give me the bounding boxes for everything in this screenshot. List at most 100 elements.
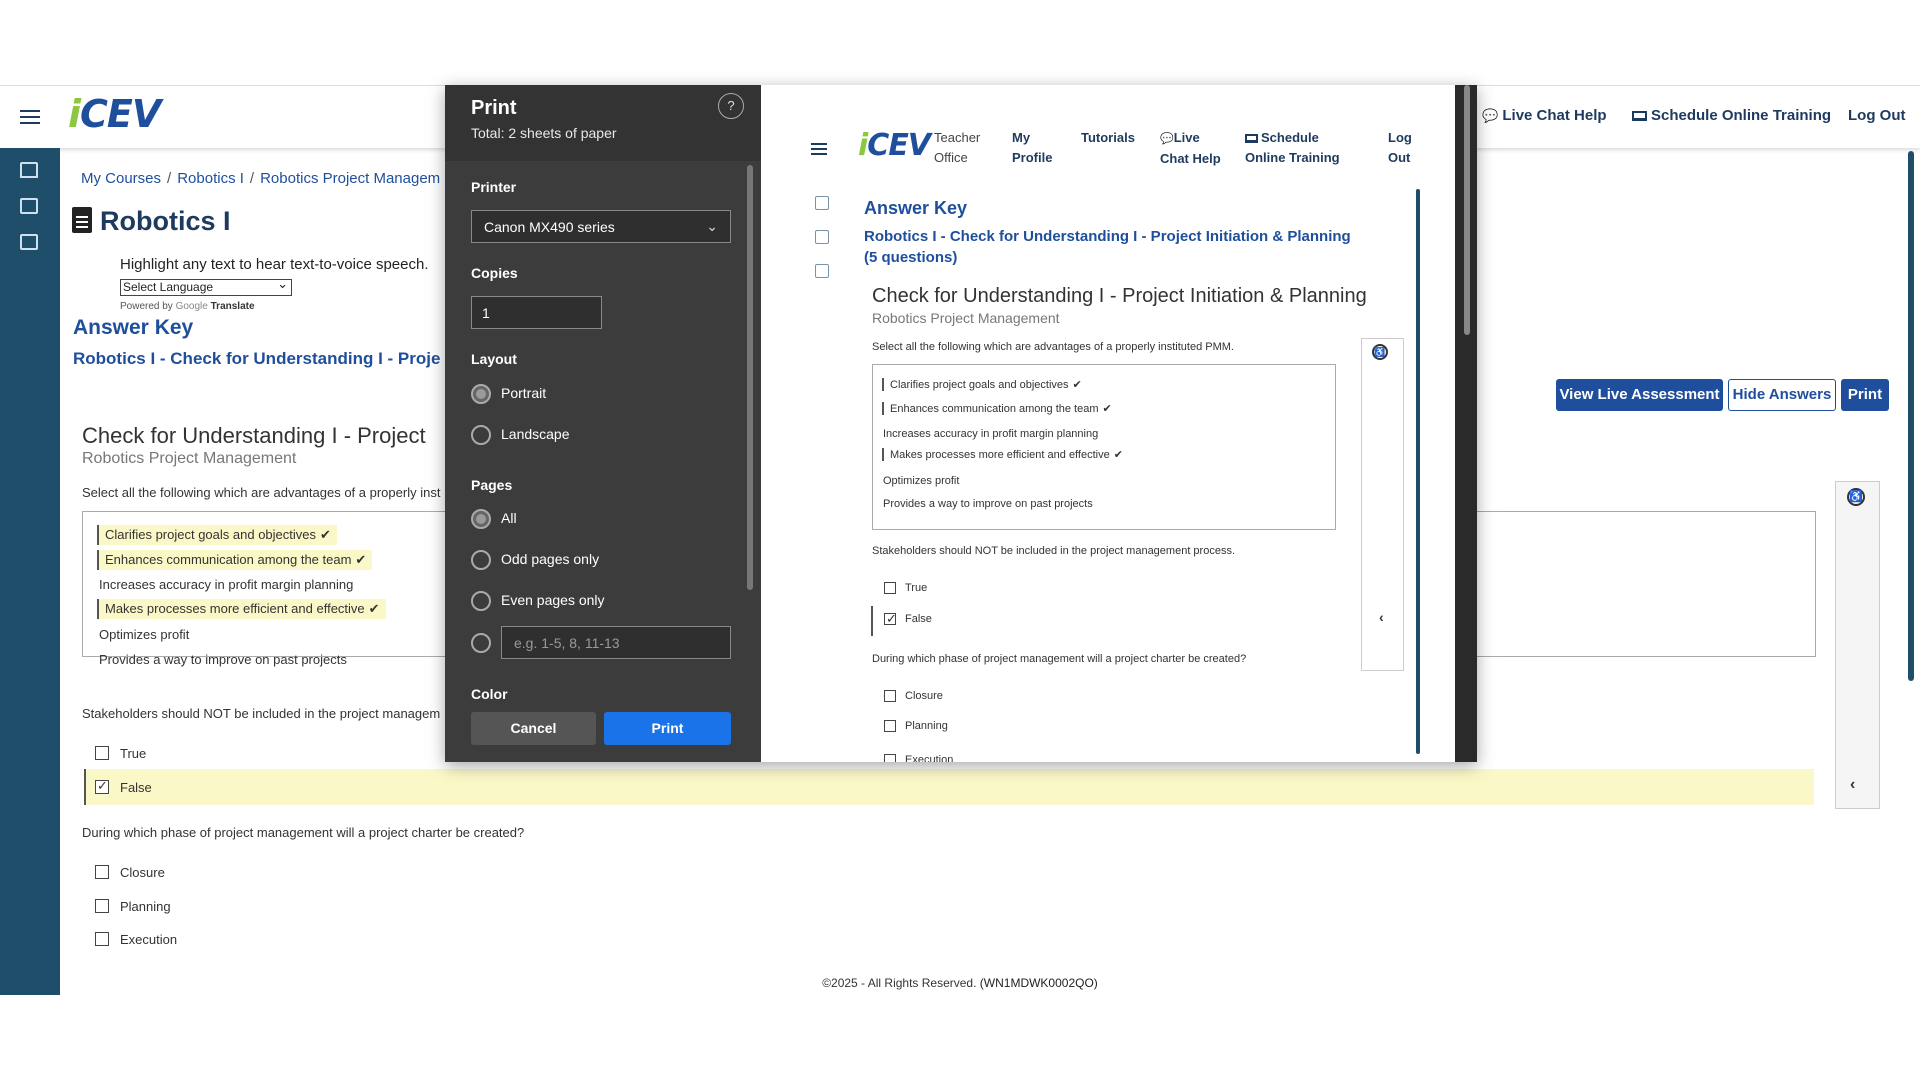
preview-q2-true-label: True bbox=[905, 582, 928, 594]
preview-q2-true-checkbox bbox=[884, 582, 896, 594]
preview-page-scrollbar bbox=[1416, 189, 1420, 754]
document-icon bbox=[72, 207, 92, 233]
q1-option-1[interactable]: Clarifies project goals and objectives ✔ bbox=[97, 525, 337, 545]
q1-option-6[interactable]: Provides a way to improve on past projec… bbox=[99, 652, 347, 667]
portrait-label: Portrait bbox=[501, 385, 547, 401]
language-select[interactable]: Select Language bbox=[120, 276, 292, 296]
landscape-radio[interactable] bbox=[471, 425, 491, 445]
help-icon[interactable]: ? bbox=[718, 93, 744, 119]
preview-archive-icon bbox=[815, 264, 829, 278]
print-button[interactable]: Print bbox=[1841, 379, 1889, 411]
powered-by-google: Powered by Google Translate bbox=[120, 301, 255, 312]
preview-q1-option-3: Increases accuracy in profit margin plan… bbox=[883, 428, 1099, 440]
pages-odd-radio[interactable] bbox=[471, 550, 491, 570]
preview-q2-false-label: False bbox=[905, 613, 932, 625]
printer-label: Printer bbox=[471, 179, 517, 195]
live-chat-help-link[interactable]: 💬 Live Chat Help bbox=[1482, 107, 1607, 124]
copies-label: Copies bbox=[471, 265, 518, 281]
preview-live-chat: 💬Live Chat Help bbox=[1160, 130, 1221, 166]
preview-q1-option-4: Makes processes more efficient and effec… bbox=[882, 448, 1123, 461]
printer-dropdown[interactable]: Canon MX490 series ⌄ bbox=[471, 210, 731, 243]
preview-q3-execution-checkbox bbox=[884, 754, 896, 762]
q2-true-checkbox[interactable] bbox=[95, 746, 109, 760]
preview-q2: Stakeholders should NOT be included in t… bbox=[872, 545, 1236, 557]
footer: ©2025 - All Rights Reserved. (WN1MDWK000… bbox=[822, 976, 1098, 990]
q1-option-4[interactable]: Makes processes more efficient and effec… bbox=[97, 599, 386, 619]
settings-scrollbar[interactable] bbox=[747, 165, 753, 590]
q1-option-5[interactable]: Optimizes profit bbox=[99, 627, 189, 642]
q2-false-label: False bbox=[120, 780, 152, 795]
preview-logout: Log Out bbox=[1388, 130, 1412, 165]
q1-option-3[interactable]: Increases accuracy in profit margin plan… bbox=[99, 577, 353, 592]
chevron-down-icon: ⌄ bbox=[706, 218, 718, 234]
preview-scroll-thumb[interactable] bbox=[1464, 85, 1470, 335]
q2-false-checkbox[interactable] bbox=[95, 778, 109, 794]
hide-answers-button[interactable]: Hide Answers bbox=[1728, 379, 1836, 411]
portrait-radio[interactable] bbox=[471, 384, 491, 404]
pages-even-label: Even pages only bbox=[501, 592, 605, 608]
pages-custom-radio[interactable] bbox=[471, 633, 491, 653]
icev-logo[interactable]: iCEV bbox=[68, 92, 161, 136]
q3-execution-label: Execution bbox=[120, 932, 178, 947]
page-scrollbar[interactable] bbox=[1908, 151, 1914, 681]
answer-key-heading: Answer Key bbox=[73, 316, 194, 339]
logout-link[interactable]: Log Out bbox=[1848, 107, 1905, 124]
page-title: Robotics I bbox=[72, 206, 231, 237]
cancel-button[interactable]: Cancel bbox=[471, 712, 596, 745]
quiz-title: Check for Understanding I - Project bbox=[82, 423, 426, 448]
preview-q3-closure-checkbox bbox=[884, 690, 896, 702]
confirm-print-button[interactable]: Print bbox=[604, 712, 731, 745]
breadcrumb-robotics[interactable]: Robotics I bbox=[177, 170, 244, 187]
home-icon[interactable] bbox=[20, 162, 38, 178]
quiz-subtitle: Robotics Project Management bbox=[82, 450, 297, 467]
preview-home-icon bbox=[815, 196, 829, 210]
check-icon: ✔ bbox=[355, 552, 367, 567]
breadcrumb-project-management[interactable]: Robotics Project Managem bbox=[260, 170, 440, 187]
preview-hamburger-icon bbox=[811, 143, 827, 155]
check-icon: ✔ bbox=[1102, 403, 1112, 415]
preview-assessment-title: Robotics I - Check for Understanding I -… bbox=[864, 228, 1351, 245]
copies-input[interactable]: 1 bbox=[471, 296, 602, 329]
q2-true-label: True bbox=[120, 746, 147, 761]
laptop-icon bbox=[1245, 134, 1258, 143]
archive-icon[interactable] bbox=[20, 234, 38, 250]
breadcrumb-my-courses[interactable]: My Courses bbox=[81, 170, 161, 187]
pages-all-label: All bbox=[501, 510, 517, 526]
screen: iCEV 💬 Live Chat Help Schedule Online Tr… bbox=[0, 0, 1920, 1080]
print-dialog-title: Print bbox=[471, 97, 517, 119]
preview-gradebook-icon bbox=[815, 230, 829, 244]
preview-q1: Select all the following which are advan… bbox=[872, 341, 1234, 353]
chevron-left-icon[interactable]: ‹ bbox=[1850, 776, 1855, 794]
preview-quiz-subtitle: Robotics Project Management bbox=[872, 310, 1060, 326]
preview-q3-closure-label: Closure bbox=[905, 690, 943, 702]
preview-question-count: (5 questions) bbox=[864, 249, 958, 266]
pages-odd-label: Odd pages only bbox=[501, 551, 600, 567]
preview-tutorials: Tutorials bbox=[1081, 130, 1135, 145]
color-label: Color bbox=[471, 686, 508, 702]
view-live-assessment-button[interactable]: View Live Assessment bbox=[1556, 379, 1723, 411]
q3-closure-checkbox[interactable] bbox=[95, 865, 109, 879]
layout-label: Layout bbox=[471, 351, 517, 367]
tools-side-panel bbox=[1835, 481, 1880, 809]
assessment-title: Robotics I - Check for Understanding I -… bbox=[73, 349, 441, 368]
preview-quiz-title: Check for Understanding I - Project Init… bbox=[872, 285, 1367, 307]
custom-pages-input[interactable]: e.g. 1-5, 8, 11-13 bbox=[501, 626, 731, 659]
pages-all-radio[interactable] bbox=[471, 509, 491, 529]
chat-icon: 💬 bbox=[1482, 108, 1499, 123]
q1-option-2[interactable]: Enhances communication among the team ✔ bbox=[97, 550, 373, 570]
preview-teacher-office: Teacher Office bbox=[934, 130, 981, 165]
accessibility-icon[interactable]: ♿ bbox=[1847, 488, 1865, 506]
preview-q3-execution-label: Execution bbox=[905, 754, 954, 762]
hamburger-menu-icon[interactable] bbox=[20, 110, 40, 124]
print-settings-panel: Print Total: 2 sheets of paper ? Printer… bbox=[445, 85, 761, 762]
schedule-training-link[interactable]: Schedule Online Training bbox=[1632, 107, 1831, 124]
q3-planning-checkbox[interactable] bbox=[95, 899, 109, 913]
gradebook-icon[interactable] bbox=[20, 198, 38, 214]
preview-answer-key: Answer Key bbox=[864, 198, 968, 218]
preview-q1-option-5: Optimizes profit bbox=[883, 475, 960, 487]
tts-hint: Highlight any text to hear text-to-voice… bbox=[120, 256, 429, 273]
pages-even-radio[interactable] bbox=[471, 591, 491, 611]
q3-execution-checkbox[interactable] bbox=[95, 932, 109, 946]
preview-q1-option-2: Enhances communication among the team ✔ bbox=[882, 402, 1112, 415]
preview-answer-marker bbox=[871, 606, 873, 636]
